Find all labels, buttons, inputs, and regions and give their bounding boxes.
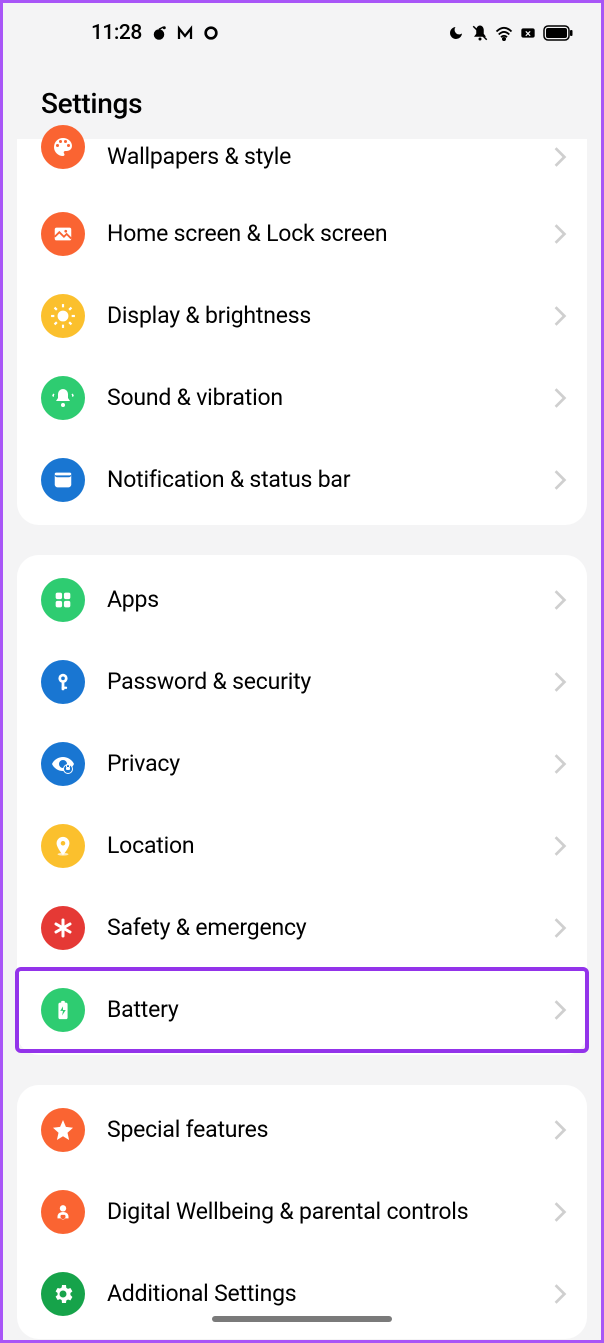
settings-content: Wallpapers & style Home screen & Lock sc… (3, 139, 601, 1339)
settings-item-wellbeing[interactable]: Digital Wellbeing & parental controls (17, 1171, 587, 1253)
settings-item-display[interactable]: Display & brightness (17, 275, 587, 357)
item-label: Safety & emergency (107, 914, 531, 943)
chevron-right-icon (553, 917, 567, 939)
key-icon (41, 660, 85, 704)
battery-icon (41, 988, 85, 1032)
chevron-right-icon (553, 146, 567, 168)
gear-icon (41, 1272, 85, 1316)
signal-icon: ✕ (519, 24, 537, 42)
settings-item-sound[interactable]: Sound & vibration (17, 357, 587, 439)
circle-icon (202, 24, 220, 42)
settings-item-wallpapers[interactable]: Wallpapers & style (17, 139, 587, 193)
reddit-icon (150, 24, 168, 42)
eye-icon (41, 742, 85, 786)
settings-item-additional[interactable]: Additional Settings (17, 1253, 587, 1335)
svg-text:✕: ✕ (525, 29, 532, 38)
star-icon (41, 1108, 85, 1152)
item-label: Wallpapers & style (107, 143, 531, 172)
item-label: Notification & status bar (107, 466, 531, 495)
wifi-icon (495, 24, 513, 42)
apps-icon (41, 578, 85, 622)
bell-icon (41, 376, 85, 420)
settings-item-notification[interactable]: Notification & status bar (17, 439, 587, 521)
status-right: ✕ (447, 24, 573, 42)
settings-item-special[interactable]: Special features (17, 1089, 587, 1171)
image-icon (41, 212, 85, 256)
item-label: Additional Settings (107, 1280, 531, 1309)
settings-item-homescreen[interactable]: Home screen & Lock screen (17, 193, 587, 275)
settings-item-location[interactable]: Location (17, 805, 587, 887)
chevron-right-icon (553, 305, 567, 327)
sun-icon (41, 294, 85, 338)
heart-icon (41, 1190, 85, 1234)
item-label: Sound & vibration (107, 384, 531, 413)
item-label: Home screen & Lock screen (107, 220, 531, 249)
status-bar: 11:28 ✕ (3, 3, 601, 59)
location-icon (41, 824, 85, 868)
chevron-right-icon (553, 469, 567, 491)
m-icon (176, 24, 194, 42)
nav-handle[interactable] (212, 1316, 392, 1322)
page-title: Settings (41, 87, 563, 120)
chevron-right-icon (553, 1119, 567, 1141)
moon-icon (447, 24, 465, 42)
settings-item-password[interactable]: Password & security (17, 641, 587, 723)
chevron-right-icon (553, 1201, 567, 1223)
item-label: Location (107, 832, 531, 861)
settings-item-battery[interactable]: Battery (17, 969, 587, 1051)
settings-group-display: Wallpapers & style Home screen & Lock sc… (17, 139, 587, 525)
chevron-right-icon (553, 999, 567, 1021)
settings-group-additional: Special features Digital Wellbeing & par… (17, 1085, 587, 1339)
palette-icon (41, 125, 85, 169)
item-label: Special features (107, 1116, 531, 1145)
chevron-right-icon (553, 835, 567, 857)
settings-item-privacy[interactable]: Privacy (17, 723, 587, 805)
header: Settings (3, 59, 601, 144)
battery-icon (543, 24, 573, 42)
item-label: Display & brightness (107, 302, 531, 331)
chevron-right-icon (553, 223, 567, 245)
settings-item-safety[interactable]: Safety & emergency (17, 887, 587, 969)
item-label: Privacy (107, 750, 531, 779)
chevron-right-icon (553, 671, 567, 693)
asterisk-icon (41, 906, 85, 950)
status-time: 11:28 (91, 21, 142, 45)
item-label: Password & security (107, 668, 531, 697)
mute-icon (471, 24, 489, 42)
chevron-right-icon (553, 387, 567, 409)
chevron-right-icon (553, 1283, 567, 1305)
item-label: Apps (107, 586, 531, 615)
chevron-right-icon (553, 589, 567, 611)
status-left: 11:28 (91, 21, 220, 45)
settings-group-system: Apps Password & security Privacy Locatio… (17, 555, 587, 1055)
item-label: Battery (107, 996, 531, 1025)
settings-item-apps[interactable]: Apps (17, 559, 587, 641)
item-label: Digital Wellbeing & parental controls (107, 1198, 531, 1227)
notification-icon (41, 458, 85, 502)
chevron-right-icon (553, 753, 567, 775)
